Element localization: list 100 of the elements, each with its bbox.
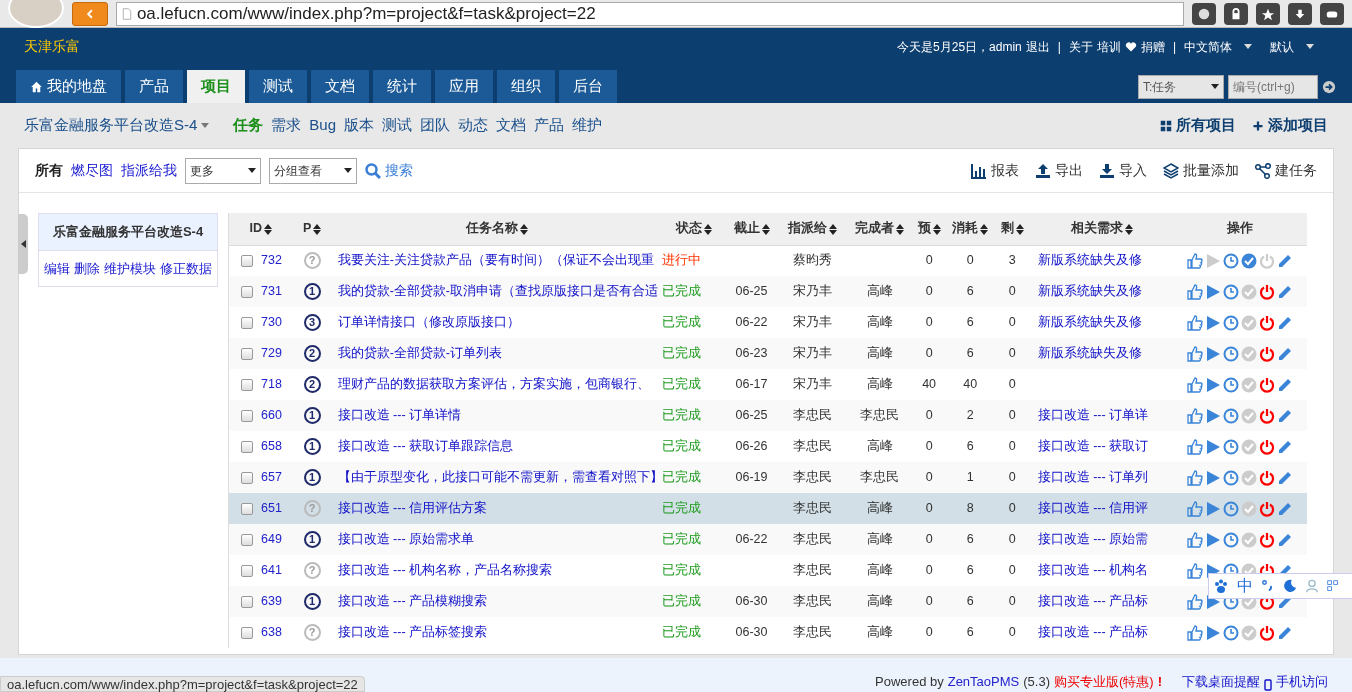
task-id-link[interactable]: 658 [261, 439, 282, 454]
row-checkbox[interactable] [241, 626, 253, 639]
subnav-link[interactable]: 团队 [420, 114, 451, 137]
task-id-link[interactable]: 639 [261, 594, 282, 609]
task-name-link[interactable]: 我要关注-关注贷款产品（要有时间）（保证不会出现重 [337, 253, 654, 268]
filter-link[interactable]: 燃尽图 [71, 160, 113, 181]
row-checkbox[interactable] [241, 595, 253, 608]
column-header[interactable]: ID [229, 213, 293, 245]
power-icon[interactable] [1259, 407, 1276, 424]
power-icon[interactable] [1259, 345, 1276, 362]
download-link[interactable]: 下载桌面提醒 [1182, 671, 1260, 691]
nav-tab[interactable]: 组织 [497, 70, 555, 103]
sort-icon[interactable] [828, 223, 837, 235]
subnav-link[interactable]: 文档 [496, 114, 527, 137]
toolbar-link[interactable]: 导出 [1035, 160, 1083, 181]
clock-icon[interactable] [1223, 531, 1240, 548]
row-checkbox[interactable] [241, 378, 253, 391]
nav-tab[interactable]: 测试 [249, 70, 307, 103]
pencil-icon[interactable] [1277, 469, 1294, 486]
check-circle-icon[interactable] [1241, 314, 1258, 331]
column-header[interactable]: P [292, 213, 332, 245]
thumbs-up-icon[interactable] [1187, 500, 1204, 517]
task-name-link[interactable]: 接口改造 --- 订单详情 [337, 408, 462, 423]
play-icon[interactable] [1205, 314, 1222, 331]
sidebar-link[interactable]: 维护模块 [104, 258, 156, 278]
thumbs-up-icon[interactable] [1187, 345, 1204, 362]
story-link[interactable]: 接口改造 --- 产品标 [1037, 625, 1149, 640]
column-header[interactable]: 任务名称 [331, 213, 663, 245]
mobile-link[interactable]: 手机访问 [1276, 671, 1328, 691]
play-icon[interactable] [1205, 624, 1222, 641]
filter-link[interactable]: 所有 [35, 160, 63, 181]
play-icon[interactable] [1205, 407, 1222, 424]
row-checkbox[interactable] [241, 502, 253, 515]
column-header[interactable]: 预 [912, 213, 946, 245]
project-switcher[interactable]: 乐富金融服务平台改造S-4 [24, 114, 210, 137]
pencil-icon[interactable] [1277, 500, 1294, 517]
story-link[interactable]: 新版系统缺失及修 [1037, 315, 1142, 330]
toolbar-link[interactable]: 批量添加 [1163, 160, 1239, 181]
subnav-link[interactable]: 版本 [344, 114, 375, 137]
group-select[interactable]: 分组查看 [269, 157, 357, 184]
clock-icon[interactable] [1223, 376, 1240, 393]
task-id-link[interactable]: 731 [261, 284, 282, 299]
play-icon[interactable] [1205, 438, 1222, 455]
task-id-link[interactable]: 638 [261, 625, 282, 640]
task-id-link[interactable]: 660 [261, 408, 282, 423]
play-icon[interactable] [1205, 345, 1222, 362]
nav-tab[interactable]: 统计 [373, 70, 431, 103]
task-name-link[interactable]: 接口改造 --- 产品标签搜索 [337, 625, 488, 640]
check-circle-icon[interactable] [1241, 252, 1258, 269]
clock-icon[interactable] [1223, 469, 1240, 486]
sort-icon[interactable] [761, 223, 770, 235]
column-header[interactable]: 截止 [725, 213, 778, 245]
sidebar-link[interactable]: 修正数据 [160, 258, 212, 278]
row-checkbox[interactable] [241, 533, 253, 546]
row-checkbox[interactable] [241, 440, 253, 453]
check-circle-icon[interactable] [1241, 469, 1258, 486]
sort-icon[interactable] [980, 223, 989, 235]
sidebar-toggle[interactable] [18, 214, 28, 274]
task-id-link[interactable]: 657 [261, 470, 282, 485]
subnav-link[interactable]: 产品 [534, 114, 565, 137]
pencil-icon[interactable] [1277, 407, 1294, 424]
power-icon[interactable] [1259, 531, 1276, 548]
address-bar[interactable]: oa.lefucn.com/www/index.php?m=project&f=task&project=22 [115, 1, 1185, 26]
task-id-link[interactable]: 718 [261, 377, 282, 392]
play-icon[interactable] [1205, 283, 1222, 300]
sort-icon[interactable] [264, 223, 273, 235]
task-id-link[interactable]: 730 [261, 315, 282, 330]
clock-icon[interactable] [1223, 314, 1240, 331]
subnav-link[interactable]: 需求 [271, 114, 302, 137]
caret-icon[interactable] [1244, 43, 1252, 50]
pencil-icon[interactable] [1277, 252, 1294, 269]
task-name-link[interactable]: 订单详情接口（修改原版接口） [337, 315, 520, 330]
subnav-link[interactable]: Bug [309, 114, 337, 137]
story-link[interactable]: 接口改造 --- 机构名 [1037, 563, 1149, 578]
row-checkbox[interactable] [241, 564, 253, 577]
sidebar-link[interactable]: 编辑 [44, 258, 70, 278]
task-name-link[interactable]: 理财产品的数据获取方案评估，方案实施，包商银行、 [337, 377, 650, 392]
thumbs-up-icon[interactable] [1187, 469, 1204, 486]
clock-icon[interactable] [1223, 624, 1240, 641]
toolbar-button[interactable] [1288, 2, 1313, 25]
subnav-link[interactable]: 维护 [572, 114, 603, 137]
power-icon[interactable] [1259, 624, 1276, 641]
clock-icon[interactable] [1223, 252, 1240, 269]
play-icon[interactable] [1205, 376, 1222, 393]
search-link[interactable]: 搜索 [365, 160, 413, 181]
toolbar-link[interactable]: 导入 [1099, 160, 1147, 181]
id-search-field[interactable]: 编号(ctrl+g) [1228, 75, 1318, 99]
input-method-menu[interactable]: 中 [1208, 573, 1352, 599]
row-checkbox[interactable] [241, 285, 253, 298]
sort-icon[interactable] [313, 223, 322, 235]
thumbs-up-icon[interactable] [1187, 624, 1204, 641]
clock-icon[interactable] [1223, 345, 1240, 362]
thumbs-up-icon[interactable] [1187, 283, 1204, 300]
row-checkbox[interactable] [241, 409, 253, 422]
thumbs-up-icon[interactable] [1187, 562, 1204, 579]
row-checkbox[interactable] [241, 255, 253, 268]
add-project-link[interactable]: 添加项目 [1252, 114, 1328, 137]
clock-icon[interactable] [1223, 407, 1240, 424]
nav-tab[interactable]: 文档 [311, 70, 369, 103]
pencil-icon[interactable] [1277, 438, 1294, 455]
